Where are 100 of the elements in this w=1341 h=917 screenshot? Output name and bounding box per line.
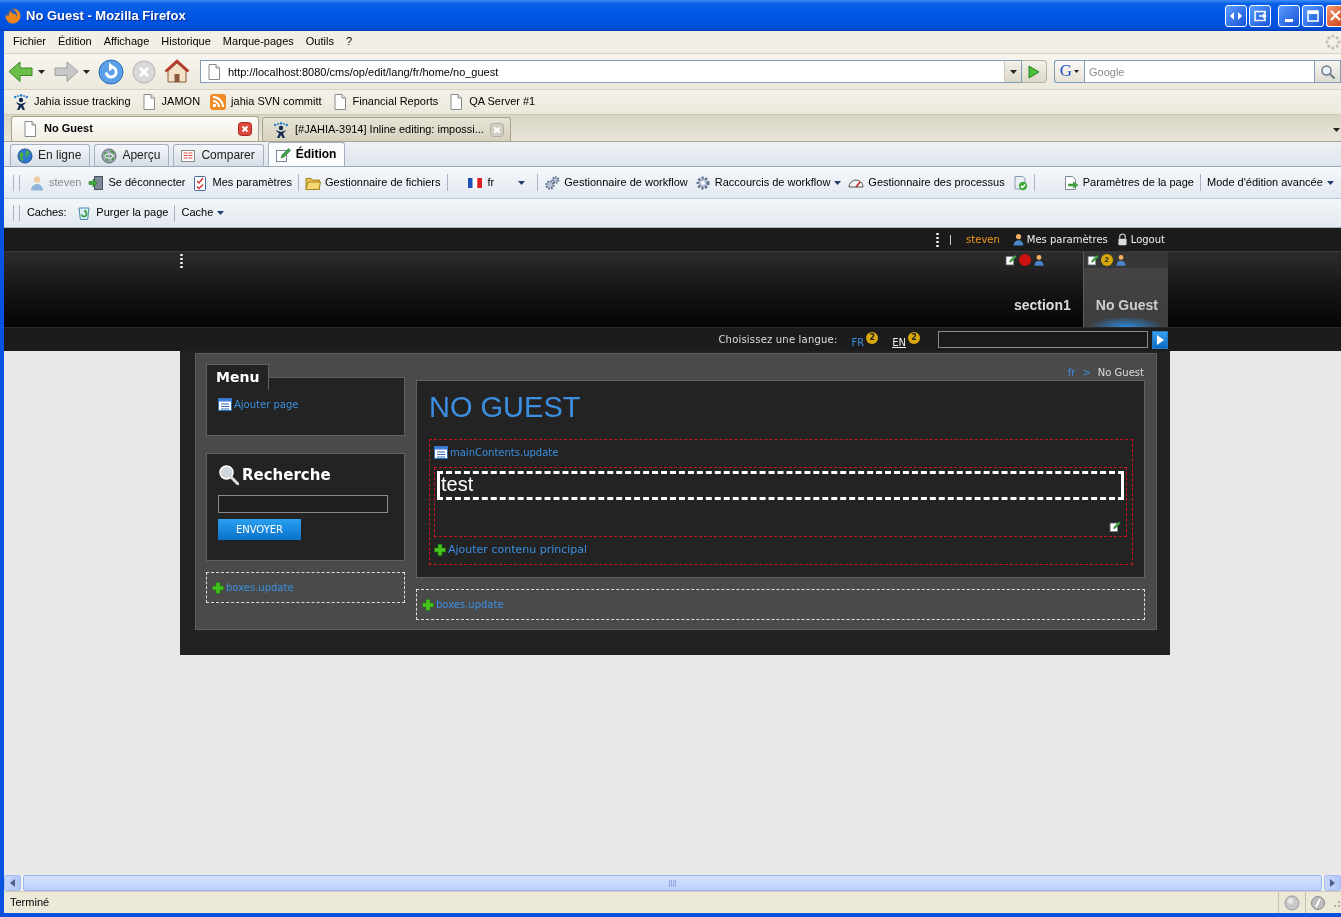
side-by-side-button[interactable] xyxy=(1225,4,1247,27)
gears-icon xyxy=(544,174,561,191)
settings-link[interactable]: Mes paramètres xyxy=(1011,233,1108,246)
magnifier-icon xyxy=(218,464,239,485)
bookmark-item[interactable]: JAMON xyxy=(136,94,205,110)
purge-page-button[interactable]: Purger la page xyxy=(74,205,171,221)
logout-button[interactable]: Se déconnecter xyxy=(86,174,188,191)
page-check-icon xyxy=(1011,174,1028,191)
grip-icon xyxy=(669,879,676,887)
caret-icon[interactable] xyxy=(83,69,90,74)
menu-item[interactable]: Marque-pages xyxy=(216,35,300,49)
caret-icon[interactable] xyxy=(1333,127,1340,132)
search-field[interactable]: Google xyxy=(1084,60,1315,83)
area-link[interactable]: mainContents.update xyxy=(434,446,559,459)
address-input[interactable]: http://localhost:8080/cms/op/edit/lang/fr/home/no_guest xyxy=(228,63,1004,80)
language-dropdown[interactable]: fr xyxy=(465,175,528,190)
reload-icon[interactable] xyxy=(98,58,124,85)
add-page-link[interactable]: Ajouter page xyxy=(218,398,299,411)
file-manager-button[interactable]: Gestionnaire de fichiers xyxy=(302,174,443,191)
close-icon[interactable] xyxy=(238,122,252,136)
language-link[interactable]: EN xyxy=(892,336,906,349)
browser-tab[interactable]: No Guest xyxy=(11,116,259,141)
language-link[interactable]: FR xyxy=(851,336,865,349)
language-label: Choisissez une langue: xyxy=(718,333,838,346)
edit-icon[interactable] xyxy=(1109,520,1121,534)
browser-tab[interactable]: [#JAHIA-3914] Inline editing: impossi... xyxy=(262,117,511,141)
submit-button[interactable] xyxy=(1152,330,1168,349)
drag-handle-icon xyxy=(180,254,183,268)
bookmark-item[interactable]: Jahia issue tracking xyxy=(9,94,135,110)
nav-tab[interactable]: 2 No Guest xyxy=(1082,252,1168,327)
caret-icon xyxy=(217,211,225,215)
user-icon xyxy=(1011,233,1025,246)
close-icon xyxy=(1330,10,1341,21)
edit-icon xyxy=(1086,254,1099,266)
scroll-right-button[interactable] xyxy=(1324,875,1341,891)
page-arrow-icon xyxy=(1062,174,1079,191)
caret-icon[interactable] xyxy=(38,69,45,74)
spinner-icon xyxy=(1325,34,1341,50)
bookmark-item[interactable]: QA Server #1 xyxy=(444,94,540,110)
caret-icon xyxy=(1074,70,1080,73)
back-arrow-icon[interactable] xyxy=(8,59,34,84)
mode-tab[interactable]: Aperçu xyxy=(94,144,170,166)
plus-icon xyxy=(434,543,446,556)
user-icon xyxy=(1032,254,1045,266)
search-button[interactable] xyxy=(1315,60,1341,83)
send-button[interactable]: ENVOYER xyxy=(218,519,301,540)
nav-tab[interactable]: section1 xyxy=(1001,252,1081,327)
mode-tab[interactable]: Comparer xyxy=(173,144,264,166)
caches-label: Caches: xyxy=(27,206,67,220)
page-icon xyxy=(448,94,465,110)
bookmark-item[interactable]: jahia SVN committ xyxy=(206,94,326,110)
menu-item[interactable]: Fichier xyxy=(7,35,52,49)
process-manager-button[interactable]: Gestionnaire des processus xyxy=(846,174,1007,191)
caret-icon xyxy=(518,180,526,185)
menu-item[interactable]: ? xyxy=(339,35,359,49)
minimize-button[interactable] xyxy=(1278,4,1300,27)
close-button[interactable] xyxy=(1326,4,1341,27)
toolbar-grip-icon xyxy=(13,205,20,221)
inline-editor[interactable]: test xyxy=(437,471,1124,501)
minimize-icon xyxy=(1285,18,1293,22)
scroll-left-button[interactable] xyxy=(4,875,21,891)
feed-icon xyxy=(210,94,227,110)
maximize-icon xyxy=(1307,9,1319,22)
menu-item[interactable]: Historique xyxy=(155,35,217,49)
search-engine-button[interactable]: G xyxy=(1054,60,1084,83)
username-link[interactable]: steven xyxy=(966,233,1000,246)
status-circle-icon xyxy=(1284,894,1300,911)
settings-button[interactable]: Mes paramètres xyxy=(190,174,294,191)
cache-menu[interactable]: Cache xyxy=(179,206,227,220)
bookmark-item[interactable]: Financial Reports xyxy=(327,94,443,110)
search-field[interactable] xyxy=(218,495,388,513)
globe-icon xyxy=(17,147,33,164)
address-field[interactable]: http://localhost:8080/cms/op/edit/lang/fr/home/no_guest xyxy=(200,60,1004,83)
drag-handle-icon xyxy=(936,232,940,247)
add-content-link[interactable]: Ajouter contenu principal xyxy=(434,543,588,557)
right-arrow-icon xyxy=(1330,879,1335,887)
person-icon xyxy=(13,94,29,110)
home-icon[interactable] xyxy=(164,59,190,84)
gear-icon xyxy=(694,174,711,191)
workflow-shortcuts-menu[interactable]: Raccourcis de workflow xyxy=(692,174,844,191)
page-icon xyxy=(140,94,157,110)
mode-tab[interactable]: Édition xyxy=(267,142,346,166)
logout-link[interactable]: Logout xyxy=(1115,233,1165,246)
slash-circle-icon xyxy=(1311,895,1325,910)
menu-item[interactable]: Affichage xyxy=(97,35,156,49)
menu-item[interactable]: Édition xyxy=(52,35,98,49)
page-settings-button[interactable]: Paramètres de la page xyxy=(1060,174,1196,191)
search-field[interactable] xyxy=(938,331,1148,348)
left-arrow-icon xyxy=(10,879,15,887)
table-icon xyxy=(434,446,448,459)
window-arrow-button[interactable] xyxy=(1249,4,1271,27)
workflow-manager-button[interactable]: Gestionnaire de workflow xyxy=(542,174,690,191)
toolbar-grip-icon xyxy=(13,174,20,191)
edit-mode-menu[interactable]: Mode d'édition avancée xyxy=(1205,175,1336,190)
play-icon xyxy=(1028,64,1040,79)
mode-tab[interactable]: En ligne xyxy=(10,144,91,166)
maximize-button[interactable] xyxy=(1302,4,1324,27)
menu-item[interactable]: Outils xyxy=(299,35,340,49)
count-badge: 2 xyxy=(1100,254,1113,266)
history-dropdown-button[interactable] xyxy=(1004,60,1022,83)
